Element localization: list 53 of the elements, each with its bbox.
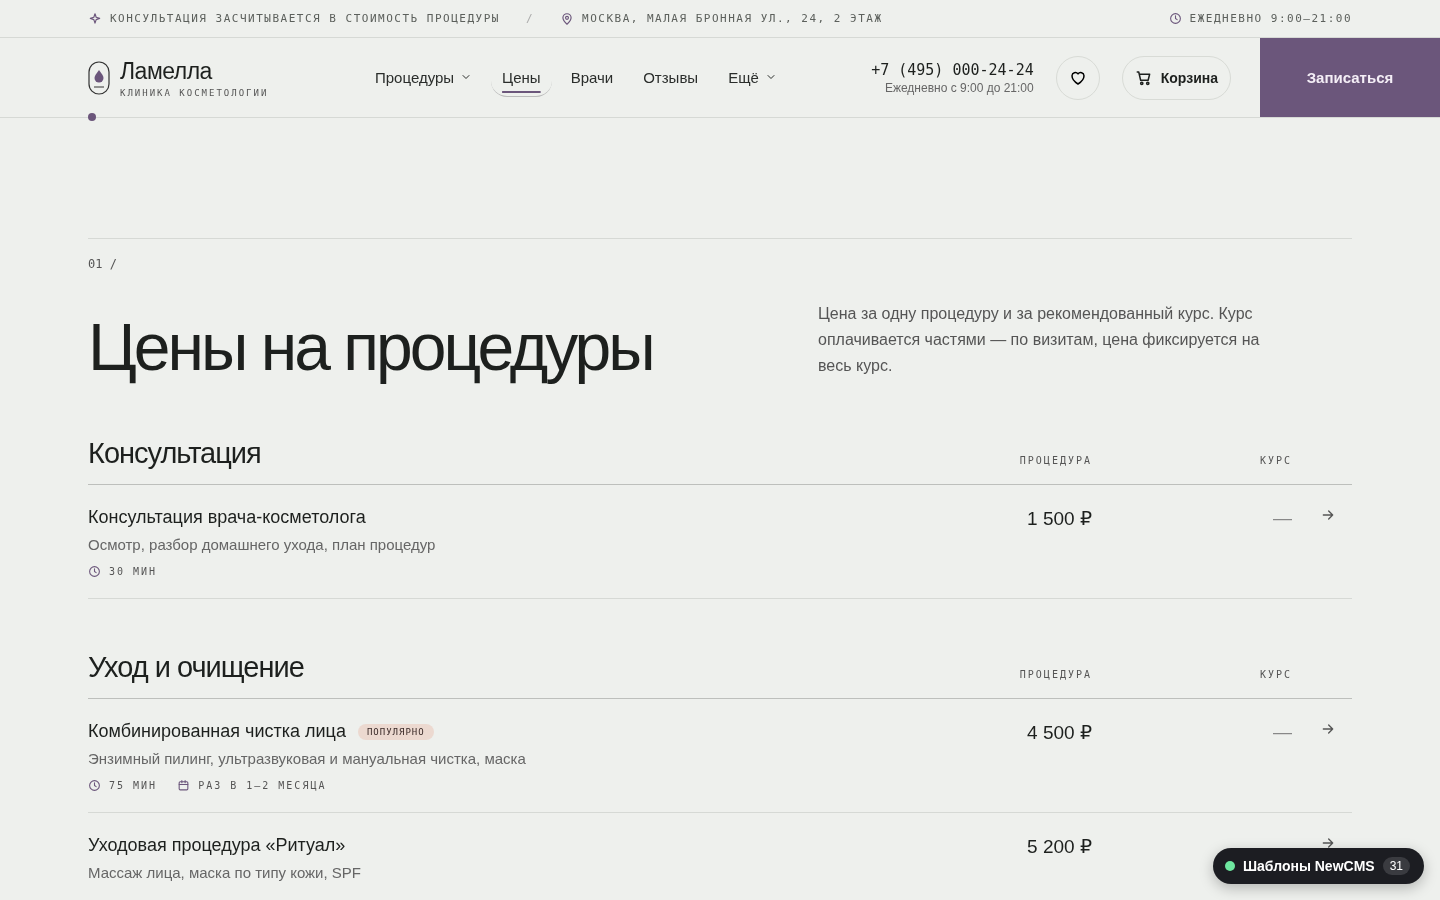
templates-badge[interactable]: Шаблоны NewCMS 31: [1213, 848, 1424, 884]
logo-tagline: КЛИНИКА КОСМЕТОЛОГИИ: [120, 87, 269, 98]
book-button[interactable]: Записаться: [1260, 38, 1440, 117]
procedure-name: Уходовая процедура «Ритуал»: [88, 835, 346, 856]
duration-text: 30 МИН: [109, 566, 158, 577]
procedure-description: Осмотр, разбор домашнего ухода, план процедур: [88, 536, 437, 553]
intro-text: Цена за одну процедуру и за рекомендованный курс. Курс оплачивается частями — по визитам, цена фиксируется на весь курс.: [818, 304, 1261, 376]
frequency-text: РАЗ В 1–2 МЕСЯЦА: [198, 780, 327, 791]
arrow-right-icon: [1320, 507, 1336, 523]
group-title: Консультация: [88, 437, 262, 470]
cart-icon: [1134, 68, 1153, 87]
nav-link[interactable]: Отзывы: [632, 58, 710, 97]
hours-text: ЕЖЕДНЕВНО 9:00–21:00: [1189, 12, 1352, 25]
column-header: КУРС: [1258, 455, 1292, 468]
drop-logo-icon: [88, 60, 110, 95]
arrow-right-icon: [1320, 721, 1336, 737]
nav-link[interactable]: Ещё: [717, 58, 788, 97]
procedure-price: 1 500 ₽: [1026, 507, 1092, 531]
separator-text: /: [525, 12, 534, 25]
procedure-name: Консультация врача-косметолога: [88, 507, 366, 528]
calendar-icon: [177, 779, 191, 792]
count-badge: 31: [1382, 857, 1410, 875]
section-number: 01 /: [88, 238, 1352, 271]
sparkle-icon: [88, 11, 102, 26]
course-price: —: [1272, 507, 1292, 530]
phone-number[interactable]: +7 (495) 000-24-24: [871, 60, 1034, 79]
column-header: ПРОЦЕДУРА: [1018, 455, 1092, 468]
column-header: ПРОЦЕДУРА: [1018, 669, 1092, 682]
phone-hours: Ежедневно с 9:00 до 21:00: [883, 80, 1034, 95]
duration-text: 75 МИН: [109, 780, 158, 791]
procedure-price: 5 200 ₽: [1026, 835, 1092, 859]
nav-link[interactable]: Цены: [491, 58, 552, 97]
dot-marker-icon: [88, 113, 96, 121]
promo-text: КОНСУЛЬТАЦИЯ ЗАСЧИТЫВАЕТСЯ В СТОИМОСТЬ ПРОЦЕДУРЫ: [110, 12, 500, 25]
procedure-price: 4 500 ₽: [1026, 721, 1092, 745]
logo-name: Ламелла: [120, 57, 214, 85]
page-title: Цены на процедуры: [88, 309, 653, 385]
map-pin-icon: [560, 11, 574, 26]
clock-icon: [88, 565, 101, 578]
column-header: КУРС: [1258, 669, 1292, 682]
arrow-right-icon: [1320, 835, 1336, 851]
nav-link[interactable]: Процедуры: [364, 58, 484, 97]
clock-icon: [1168, 12, 1182, 25]
course-price: —: [1272, 721, 1292, 744]
procedure-name: Комбинированная чистка лица: [88, 721, 346, 742]
address-text: МОСКВА, МАЛАЯ БРОННАЯ УЛ., 24, 2 ЭТАЖ: [582, 12, 883, 25]
clock-icon: [88, 779, 101, 792]
badge-label: Шаблоны NewCMS: [1243, 858, 1375, 874]
procedure-description: Энзимный пилинг, ультразвуковая и мануальная чистка, маска: [88, 750, 527, 767]
popular-badge: ПОПУЛЯРНО: [357, 723, 434, 740]
group-title: Уход и очищение: [88, 651, 305, 684]
nav-link[interactable]: Врачи: [559, 58, 625, 97]
procedure-description: Массаж лица, маска по типу кожи, SPF: [88, 864, 362, 881]
